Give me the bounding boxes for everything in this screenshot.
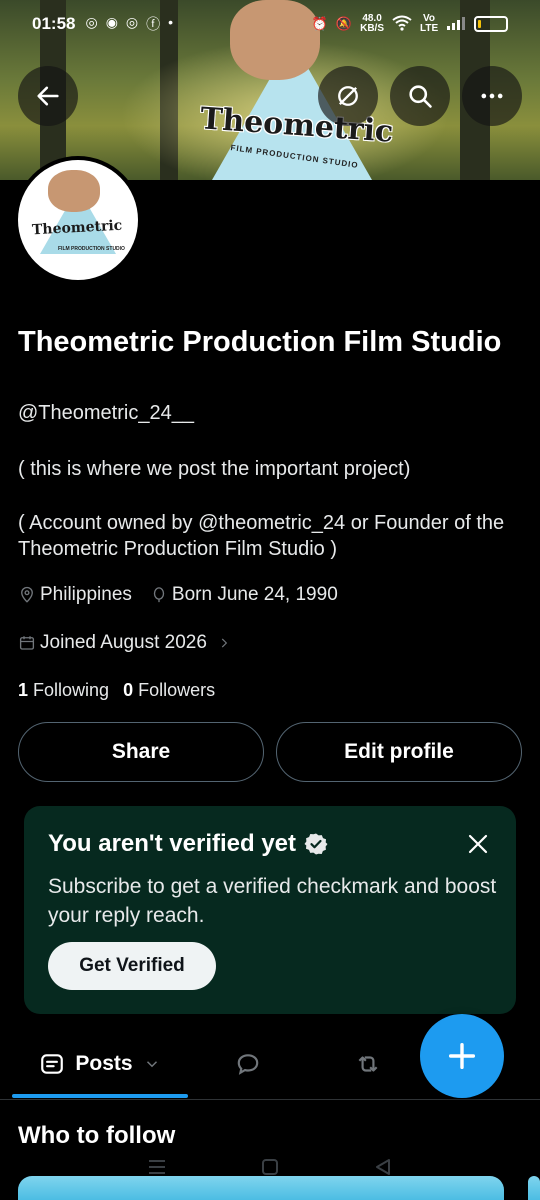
verification-description: Subscribe to get a verified checkmark an… bbox=[48, 875, 497, 927]
verified-badge-icon bbox=[304, 833, 328, 855]
repost-icon bbox=[358, 1056, 378, 1072]
mute-icon: 🔕 bbox=[335, 16, 353, 31]
close-icon[interactable] bbox=[466, 832, 490, 856]
chevron-right-icon bbox=[221, 638, 228, 648]
followers-link[interactable]: 0 Followers bbox=[123, 680, 215, 701]
more-button[interactable] bbox=[462, 66, 522, 126]
verification-card: You aren't verified yet Subscribe to get… bbox=[24, 806, 516, 1014]
followers-label: Followers bbox=[138, 680, 216, 700]
tab-replies[interactable] bbox=[200, 1030, 296, 1098]
status-right: ⏰ 🔕 48.0 KB/S Vo LTE bbox=[312, 14, 508, 34]
location-text: Philippines bbox=[40, 584, 132, 605]
balloon-icon bbox=[153, 587, 165, 603]
avatar[interactable]: Theometric FILM PRODUCTION STUDIO bbox=[14, 156, 142, 284]
speed-unit: KB/S bbox=[360, 23, 384, 34]
following-link[interactable]: 1 Following bbox=[18, 680, 109, 701]
signal-icon bbox=[446, 15, 466, 34]
follow-stats: 1 Following 0 Followers bbox=[18, 680, 215, 701]
verification-title: You aren't verified yet bbox=[48, 830, 297, 857]
location-pin-icon bbox=[21, 586, 33, 603]
reply-sync-button[interactable] bbox=[318, 66, 378, 126]
joined-date[interactable]: Joined August 2026 bbox=[18, 632, 231, 654]
birthday-text: Born June 24, 1990 bbox=[171, 584, 338, 605]
messenger-icon: ◎ bbox=[85, 14, 98, 30]
tab-posts-label: Posts bbox=[75, 1052, 133, 1075]
edit-profile-button[interactable]: Edit profile bbox=[276, 722, 522, 782]
more-icon bbox=[481, 93, 503, 99]
alarm-icon: ⏰ bbox=[311, 16, 328, 31]
avatar-logo-subtitle: FILM PRODUCTION STUDIO bbox=[58, 246, 125, 252]
tab-reposts[interactable] bbox=[320, 1030, 416, 1098]
back-button[interactable] bbox=[18, 66, 78, 126]
network-type: Vo LTE bbox=[420, 13, 439, 34]
location: Philippines bbox=[18, 584, 132, 606]
dot-icon: • bbox=[168, 14, 174, 30]
profile-bio-line-1: ( this is where we post the important pr… bbox=[18, 458, 411, 480]
profile-meta-row: Philippines Born June 24, 1990 bbox=[18, 584, 338, 606]
search-icon bbox=[409, 85, 432, 108]
who-to-follow-heading: Who to follow bbox=[18, 1122, 176, 1149]
reply-sync-icon bbox=[338, 86, 358, 106]
battery-level bbox=[478, 20, 482, 28]
share-button[interactable]: Share bbox=[18, 722, 264, 782]
status-bar: 01:58 ◎ ◉ ◎ ⓕ • ⏰ 🔕 48.0 KB/S Vo LTE bbox=[0, 0, 540, 48]
joined-row[interactable]: Joined August 2026 bbox=[18, 632, 231, 654]
suggestion-card-preview[interactable] bbox=[18, 1176, 504, 1200]
avatar-cat-illustration bbox=[48, 170, 100, 212]
reply-bubble-icon bbox=[237, 1054, 259, 1075]
get-verified-button[interactable]: Get Verified bbox=[48, 942, 216, 990]
posts-icon bbox=[41, 1054, 64, 1074]
followers-count: 0 bbox=[123, 680, 134, 700]
profile-handle: @Theometric_24__ bbox=[18, 402, 194, 424]
calendar-icon bbox=[19, 636, 35, 650]
profile-name: Theometric Production Film Studio bbox=[18, 326, 502, 358]
network-speed: 48.0 KB/S bbox=[360, 14, 384, 34]
birthday: Born June 24, 1990 bbox=[150, 584, 338, 606]
following-count: 1 bbox=[18, 680, 29, 700]
compose-button[interactable] bbox=[420, 1014, 504, 1098]
back-arrow-icon bbox=[37, 86, 59, 106]
battery-icon bbox=[474, 16, 508, 32]
facebook-icon: ⓕ bbox=[146, 16, 161, 32]
plus-icon bbox=[448, 1042, 476, 1070]
chevron-down-icon bbox=[146, 1061, 157, 1068]
profile-bio-line-2: ( Account owned by @theometric_24 or Fou… bbox=[18, 512, 505, 560]
search-button[interactable] bbox=[390, 66, 450, 126]
active-tab-indicator bbox=[12, 1094, 188, 1098]
wifi-icon bbox=[392, 15, 412, 34]
status-time: 01:58 bbox=[32, 14, 76, 33]
discord-icon: ◉ bbox=[105, 14, 118, 30]
tab-posts[interactable]: Posts bbox=[12, 1030, 188, 1098]
suggestion-card-preview[interactable] bbox=[528, 1176, 540, 1200]
messenger-icon: ◎ bbox=[125, 14, 139, 30]
following-label: Following bbox=[33, 680, 110, 700]
joined-text: Joined August 2026 bbox=[40, 632, 207, 653]
avatar-image: Theometric FILM PRODUCTION STUDIO bbox=[18, 160, 138, 280]
notification-icons: ◎ ◉ ◎ ⓕ • bbox=[85, 14, 173, 34]
verification-title-row: You aren't verified yet bbox=[48, 830, 328, 858]
